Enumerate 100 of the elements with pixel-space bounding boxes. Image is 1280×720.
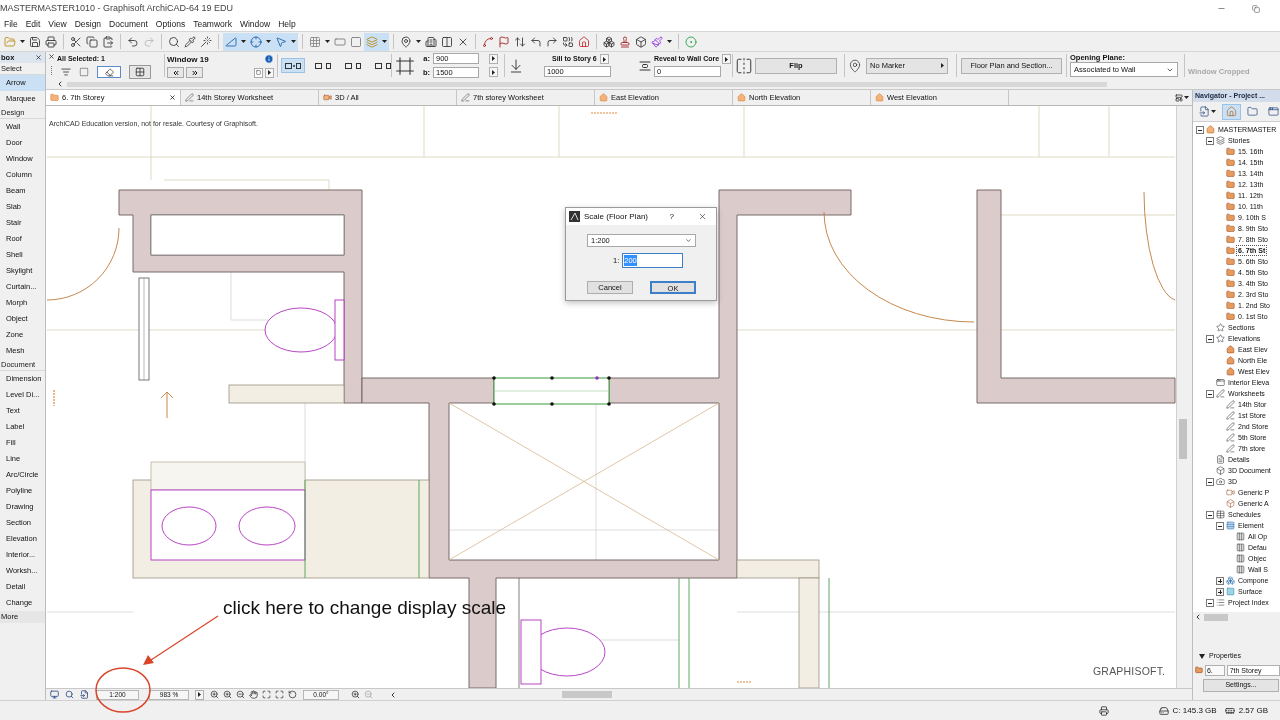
collapse-icon[interactable] xyxy=(1206,510,1214,519)
chevron-down-icon xyxy=(685,237,692,244)
close-tab-button[interactable] xyxy=(169,94,176,101)
element-name: Window 19 xyxy=(167,54,209,64)
play-triangle-icon xyxy=(198,692,201,697)
caret-icon xyxy=(1211,110,1216,113)
double-chevron-left-icon xyxy=(171,68,180,77)
arrow-button[interactable] xyxy=(722,54,732,64)
anchor-button[interactable] xyxy=(281,58,305,73)
collapse-icon[interactable] xyxy=(1206,389,1214,398)
folder-icon xyxy=(1226,246,1235,255)
scroll-left-icon[interactable] xyxy=(1194,613,1202,621)
layers-icon xyxy=(366,35,378,48)
collapse-icon[interactable] xyxy=(1216,521,1224,530)
close-button[interactable] xyxy=(698,212,707,221)
zoom-button[interactable] xyxy=(221,689,234,700)
filter-icon xyxy=(61,67,71,77)
help-button[interactable]: ? xyxy=(669,210,674,223)
folder-icon xyxy=(1226,301,1235,310)
collapse-icon[interactable] xyxy=(1206,598,1214,607)
arrow-button[interactable] xyxy=(195,689,204,700)
pin-icon xyxy=(848,58,862,73)
menu-item[interactable]: Teamwork xyxy=(193,17,232,31)
arrow-button[interactable] xyxy=(489,67,498,78)
pen-icon xyxy=(185,93,194,102)
pen-icon xyxy=(1226,400,1235,409)
combine-icon xyxy=(562,35,574,48)
building-icon xyxy=(425,35,437,48)
collapse-icon[interactable] xyxy=(1206,136,1214,145)
menu-item[interactable]: View xyxy=(48,17,67,31)
vertical-scrollbar[interactable] xyxy=(1176,106,1189,688)
scissors-icon xyxy=(70,35,82,48)
play-triangle-icon xyxy=(941,63,944,68)
dropdown-button[interactable] xyxy=(289,32,298,51)
zoom-button[interactable] xyxy=(234,689,247,700)
window-title: MASTERMASTER1010 - Graphisoft ArchiCAD-64 19 EDU xyxy=(0,1,234,15)
tool-button[interactable] xyxy=(97,66,121,78)
menu-item[interactable]: Options xyxy=(155,17,186,31)
menu-item[interactable]: Document xyxy=(109,17,148,31)
dropdown-button[interactable] xyxy=(239,32,248,51)
house-icon xyxy=(1226,356,1235,365)
collapse-icon[interactable] xyxy=(1206,334,1214,343)
folder-icon xyxy=(1195,666,1203,674)
frame-icon xyxy=(395,55,415,76)
zoom-button[interactable] xyxy=(260,689,273,700)
marquee-icon xyxy=(79,67,89,77)
undo-icon xyxy=(127,35,139,48)
menu-item[interactable]: File xyxy=(4,17,18,31)
collapse-icon[interactable] xyxy=(1196,125,1204,134)
expand-icon[interactable] xyxy=(1216,587,1224,596)
star-icon xyxy=(1216,323,1225,332)
close-button[interactable] xyxy=(47,53,55,60)
folder-icon xyxy=(1226,312,1235,321)
zoom-button[interactable] xyxy=(349,689,362,700)
house-icon xyxy=(599,93,608,102)
menu-item[interactable]: Help xyxy=(278,17,296,31)
window-icon xyxy=(1268,106,1279,117)
triangle-ruler-icon xyxy=(225,35,237,48)
table-icon xyxy=(1226,521,1235,530)
annotation-text: click here to change display scale xyxy=(223,596,507,620)
dropdown-button[interactable] xyxy=(380,32,389,51)
tool-button[interactable] xyxy=(129,65,151,79)
arrow-button[interactable] xyxy=(265,67,274,78)
collapse-triangle-icon[interactable] xyxy=(1199,654,1205,659)
folder-icon xyxy=(1226,169,1235,178)
zoom-in-icon xyxy=(210,690,219,699)
grip-icon xyxy=(49,66,53,76)
search-icon xyxy=(65,690,74,699)
arrow-button[interactable] xyxy=(599,54,609,64)
menu-item[interactable]: Edit xyxy=(25,17,41,31)
spacing-icon xyxy=(639,59,651,72)
scroll-left-icon[interactable] xyxy=(56,80,64,88)
zoom-button[interactable] xyxy=(286,689,299,700)
view-button[interactable] xyxy=(47,689,62,700)
pen-icon xyxy=(1226,411,1235,420)
zoom-button[interactable] xyxy=(273,689,286,700)
stamp-icon xyxy=(619,35,631,48)
cube-icon xyxy=(1216,466,1225,475)
zoom-button[interactable] xyxy=(247,689,260,700)
previous-button[interactable] xyxy=(167,67,184,78)
spline-icon xyxy=(482,35,494,48)
scroll-left-icon[interactable] xyxy=(389,690,397,699)
grid-icon xyxy=(135,67,145,77)
caret-icon xyxy=(291,40,296,43)
caret-icon xyxy=(20,40,25,43)
memory-usage: 2.57 GB xyxy=(1238,704,1268,717)
collapse-icon[interactable] xyxy=(1206,477,1214,486)
caret-icon xyxy=(382,40,387,43)
next-button[interactable] xyxy=(186,67,203,78)
zoom-button[interactable] xyxy=(208,689,221,700)
horizontal-scrollbar[interactable] xyxy=(1204,613,1228,621)
menu-item[interactable]: Design xyxy=(74,17,102,31)
arrow-button[interactable] xyxy=(489,53,498,64)
menu-item[interactable]: Window xyxy=(239,17,271,31)
expand-icon[interactable] xyxy=(1216,576,1224,585)
horizontal-scrollbar[interactable] xyxy=(67,81,1107,87)
caret-icon xyxy=(241,40,246,43)
close-button[interactable] xyxy=(35,54,42,61)
flip-icon xyxy=(735,56,753,75)
target-icon xyxy=(685,35,697,48)
